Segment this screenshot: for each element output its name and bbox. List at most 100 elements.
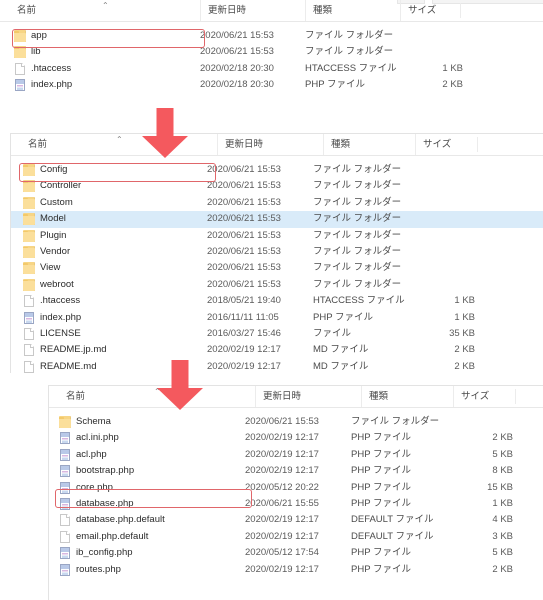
file-name-cell[interactable]: Model <box>23 211 201 227</box>
table-row[interactable]: index.php 2020/02/18 20:30 PHP ファイル 2 KB <box>0 77 543 93</box>
table-row[interactable]: webroot 2020/06/21 15:53 ファイル フォルダー <box>11 277 543 293</box>
file-type-cell: MD ファイル <box>313 344 369 356</box>
file-name-cell[interactable]: View <box>23 260 201 276</box>
file-name-cell[interactable]: database.php <box>59 496 239 512</box>
table-row[interactable]: acl.ini.php 2020/02/19 12:17 PHP ファイル 2 KB <box>49 430 543 446</box>
column-header-size-label: サイズ <box>408 5 437 16</box>
column-divider-app[interactable] <box>477 137 478 152</box>
table-row[interactable]: acl.php 2020/02/19 12:17 PHP ファイル 5 KB <box>49 447 543 463</box>
column-header-name-app[interactable]: 名前 ⌃ <box>21 134 217 155</box>
folder-icon <box>23 180 35 193</box>
file-name-cell[interactable]: webroot <box>23 277 201 293</box>
file-name-cell[interactable]: bootstrap.php <box>59 463 239 479</box>
file-type-cell: ファイル フォルダー <box>313 278 402 290</box>
file-name-cell[interactable]: acl.ini.php <box>59 430 239 446</box>
file-name-cell[interactable]: email.php.default <box>59 529 239 545</box>
table-row[interactable]: lib 2020/06/21 15:53 ファイル フォルダー <box>0 44 543 60</box>
table-row[interactable]: database.php.default 2020/02/19 12:17 DEFA… <box>49 512 543 528</box>
file-type-cell: ファイル フォルダー <box>305 46 394 58</box>
column-header-name-config[interactable]: 名前 ⌃ <box>59 386 255 407</box>
file-name-cell[interactable]: Controller <box>23 178 201 194</box>
file-name-cell[interactable]: Custom <box>23 195 201 211</box>
table-row[interactable]: Controller 2020/06/21 15:53 ファイル フォルダー <box>11 178 543 194</box>
file-date-cell: 2020/05/12 17:54 <box>245 547 319 559</box>
column-header-name[interactable]: 名前 ⌃ <box>10 0 200 21</box>
table-row[interactable]: bootstrap.php 2020/02/19 12:17 PHP ファイル 8 K… <box>49 463 543 479</box>
file-date-cell: 2020/06/21 15:53 <box>207 262 281 274</box>
column-header-size[interactable]: サイズ <box>400 0 460 21</box>
table-row[interactable]: Custom 2020/06/21 15:53 ファイル フォルダー <box>11 195 543 211</box>
file-name-cell[interactable]: lib <box>14 44 194 60</box>
file-name-cell[interactable]: Config <box>23 162 201 178</box>
column-header-type-app[interactable]: 種類 <box>323 134 415 155</box>
file-name-label: database.php.default <box>76 514 165 526</box>
table-row[interactable]: Vendor 2020/06/21 15:53 ファイル フォルダー <box>11 244 543 260</box>
table-row[interactable]: .htaccess 2018/05/21 19:40 HTACCESS ファイル 1 … <box>11 293 543 309</box>
table-row[interactable]: View 2020/06/21 15:53 ファイル フォルダー <box>11 260 543 276</box>
file-date-cell: 2020/02/18 20:30 <box>200 62 274 74</box>
column-header-date[interactable]: 更新日時 <box>200 0 305 21</box>
folder-icon <box>14 30 26 42</box>
column-divider-config[interactable] <box>515 389 516 404</box>
file-name-cell[interactable]: .htaccess <box>14 61 194 77</box>
file-type-cell: ファイル フォルダー <box>351 416 440 427</box>
sort-ascending-caret-icon-config: ⌃ <box>154 387 161 396</box>
file-date-cell: 2020/02/19 12:17 <box>245 465 319 477</box>
file-type-cell: MD ファイル <box>313 360 369 372</box>
file-name-cell[interactable]: core.php <box>59 480 239 496</box>
file-name-cell[interactable]: acl.php <box>59 447 239 463</box>
table-row[interactable]: index.php 2016/11/11 11:05 PHP ファイル 1 KB <box>11 310 543 326</box>
column-header-type-label-config: 種類 <box>369 391 389 402</box>
file-name-cell[interactable]: database.php.default <box>59 512 239 528</box>
column-header-size-config[interactable]: サイズ <box>453 386 515 407</box>
column-header-type-config[interactable]: 種類 <box>361 386 453 407</box>
table-row[interactable]: .htaccess 2020/02/18 20:30 HTACCESS ファイル 1 … <box>0 61 543 77</box>
table-row[interactable]: routes.php 2020/02/19 12:17 PHP ファイル 2 KB <box>49 562 543 578</box>
file-name-cell[interactable]: Vendor <box>23 244 201 260</box>
column-header-date-app[interactable]: 更新日時 <box>217 134 323 155</box>
table-row[interactable]: Config 2020/06/21 15:53 ファイル フォルダー <box>11 162 543 178</box>
table-row[interactable]: README.jp.md 2020/02/19 12:17 MD ファイル 2 KB <box>11 342 543 358</box>
table-row[interactable]: core.php 2020/05/12 20:22 PHP ファイル 15 KB <box>49 480 543 496</box>
file-name-label: Controller <box>40 180 82 192</box>
file-date-cell: 2020/06/21 15:53 <box>245 416 319 427</box>
file-size-cell: 1 KB <box>492 497 513 509</box>
file-name-label: bootstrap.php <box>76 465 135 477</box>
table-row[interactable]: LICENSE 2016/03/27 15:46 ファイル 35 KB <box>11 326 543 342</box>
file-name-cell[interactable]: Plugin <box>23 228 201 244</box>
explorer-panel-config: 名前 ⌃ 更新日時 種類 サイズ Schema 2020/06/21 15:53 フ… <box>48 385 543 600</box>
file-name-cell[interactable]: README.jp.md <box>23 342 201 358</box>
file-size-cell: 5 KB <box>492 448 513 460</box>
file-name-label: Schema <box>76 416 111 427</box>
file-name-cell[interactable]: app <box>14 28 194 44</box>
table-row[interactable]: email.php.default 2020/02/19 12:17 DEFAULT… <box>49 529 543 545</box>
file-name-cell[interactable]: LICENSE <box>23 326 201 342</box>
table-row[interactable]: app 2020/06/21 15:53 ファイル フォルダー <box>0 28 543 44</box>
folder-icon <box>23 262 35 275</box>
column-header-size-app[interactable]: サイズ <box>415 134 477 155</box>
file-size-cell: 2 KB <box>454 360 475 372</box>
file-name-cell[interactable]: .htaccess <box>23 293 201 309</box>
table-row[interactable]: Schema 2020/06/21 15:53 ファイル フォルダー <box>49 414 543 430</box>
table-row[interactable]: ib_config.php 2020/05/12 17:54 PHP ファイル 5 K… <box>49 545 543 561</box>
table-row[interactable]: database.php 2020/06/21 15:55 PHP ファイル 1 KB <box>49 496 543 512</box>
file-name-cell[interactable]: routes.php <box>59 562 239 578</box>
file-name-cell[interactable]: Schema <box>59 414 239 430</box>
file-date-cell: 2020/02/19 12:17 <box>245 530 319 542</box>
file-name-label: View <box>40 262 61 274</box>
column-header-type[interactable]: 種類 <box>305 0 400 21</box>
file-name-cell[interactable]: index.php <box>14 77 194 93</box>
file-name-cell[interactable]: README.md <box>23 359 201 375</box>
file-icon <box>24 360 34 373</box>
table-row[interactable]: Plugin 2020/06/21 15:53 ファイル フォルダー <box>11 228 543 244</box>
file-name-cell[interactable]: index.php <box>23 310 201 326</box>
column-divider[interactable] <box>460 3 461 18</box>
table-row[interactable]: README.md 2020/02/19 12:17 MD ファイル 2 KB <box>11 359 543 375</box>
file-size-cell: 4 KB <box>492 514 513 526</box>
file-date-cell: 2016/11/11 11:05 <box>207 311 279 323</box>
table-row[interactable]: Model 2020/06/21 15:53 ファイル フォルダー <box>11 211 543 228</box>
column-header-name-label-app: 名前 <box>28 139 48 150</box>
file-name-cell[interactable]: ib_config.php <box>59 545 239 561</box>
folder-icon <box>23 164 35 176</box>
column-header-date-config[interactable]: 更新日時 <box>255 386 361 407</box>
